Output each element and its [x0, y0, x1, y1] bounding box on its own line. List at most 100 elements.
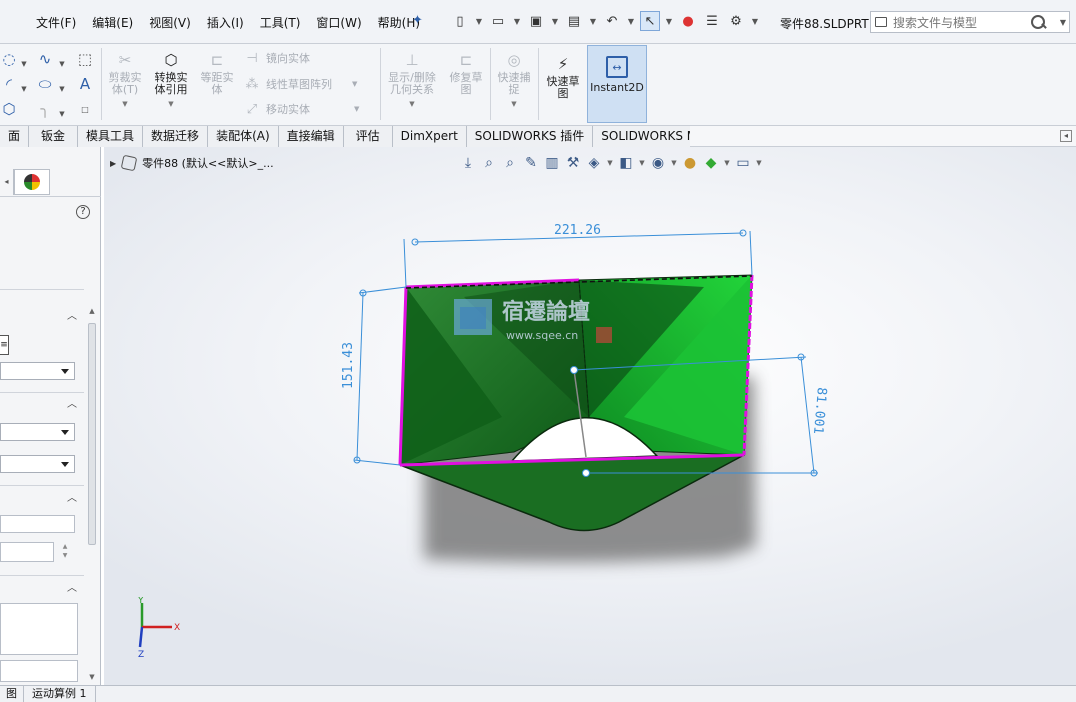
scrollbar-thumb[interactable] — [88, 323, 96, 545]
panel-tab-prev-icon[interactable]: ◂ — [0, 169, 14, 195]
select-pointer-icon[interactable]: ↖ — [640, 11, 660, 31]
search-icon[interactable] — [1030, 14, 1046, 30]
ellipse-tool-icon[interactable]: ⬭ — [36, 75, 54, 93]
list-button-icon[interactable]: ≡ — [0, 335, 9, 355]
new-dropdown-icon[interactable]: ▼ — [474, 11, 484, 31]
dimension-height[interactable] — [353, 286, 407, 466]
numeric-spinner-input[interactable] — [0, 542, 54, 562]
ellipse-dropdown-icon[interactable]: ▼ — [58, 80, 66, 98]
selection-field[interactable] — [0, 660, 78, 682]
graphics-viewport[interactable]: 221.26 151.43 81.001 宿遷論壇 www.sqee.cn ▶ … — [104, 147, 1076, 685]
view-orientation-icon[interactable]: ⤓ — [459, 154, 477, 172]
display-style-icon[interactable]: ◧ — [617, 154, 635, 172]
tab-evaluate[interactable]: 评估 — [343, 126, 393, 147]
panel-scrollbar[interactable]: ▲ ▼ — [86, 307, 98, 683]
move-dropdown-icon[interactable]: ▼ — [354, 105, 359, 113]
rapid-sketch-button[interactable]: ⚡ 快速草 图 — [542, 54, 584, 100]
previous-view-icon[interactable]: ✎ — [522, 154, 540, 172]
collapse-panel-icon[interactable]: ◂ — [1060, 130, 1072, 142]
save-icon[interactable]: ▣ — [526, 11, 546, 31]
text-field-1[interactable] — [0, 515, 75, 533]
print-icon[interactable]: ▤ — [564, 11, 584, 31]
menu-window[interactable]: 窗口(W) — [308, 14, 369, 31]
quick-snap-dropdown-icon[interactable]: ▼ — [511, 98, 516, 110]
edit-appearance-icon[interactable]: ● — [681, 154, 699, 172]
mirror-entities-button[interactable]: ⊣ 镜向实体 — [244, 50, 310, 66]
quick-snaps-button[interactable]: ◎ 快速捕 捉 ▼ — [494, 50, 534, 110]
open-folder-icon[interactable]: ▭ — [488, 11, 508, 31]
dimension-width-label[interactable]: 221.26 — [554, 223, 601, 238]
select-dropdown-icon[interactable]: ▼ — [664, 11, 674, 31]
undo-icon[interactable]: ↶ — [602, 11, 622, 31]
arc-tool-icon[interactable]: ◜ — [0, 75, 18, 93]
tab-dimxpert[interactable]: DimXpert — [392, 126, 467, 147]
section-collapse-icon[interactable]: ︿ — [66, 493, 78, 505]
new-document-icon[interactable]: ▯ — [450, 11, 470, 31]
feature-tree-flyout[interactable]: ▶ 零件88 (默认<<默认>_... — [110, 154, 274, 172]
section-collapse-icon[interactable]: ︿ — [66, 399, 78, 411]
spline-tool-icon[interactable]: ∿ — [36, 50, 54, 68]
tab-assembly[interactable]: 装配体(A) — [208, 126, 279, 147]
point-tool-icon[interactable]: □ — [76, 100, 94, 118]
view-settings-dropdown-icon[interactable]: ▼ — [606, 154, 614, 172]
tab-sheet-metal[interactable]: 钣金 — [29, 126, 79, 147]
section-collapse-icon[interactable]: ︿ — [66, 583, 78, 595]
arc-dropdown-icon[interactable]: ▼ — [20, 80, 28, 98]
tab-model[interactable]: 图 — [0, 686, 24, 702]
print-dropdown-icon[interactable]: ▼ — [588, 11, 598, 31]
tab-motion-study-1[interactable]: 运动算例 1 — [24, 686, 96, 702]
polygon-tool-icon[interactable]: ⬡ — [0, 100, 18, 118]
tab-data-migration[interactable]: 数据迁移 — [143, 126, 209, 147]
linear-pattern-dropdown-icon[interactable]: ▼ — [352, 80, 357, 88]
trim-entities-button[interactable]: ✂ 剪裁实 体(T) ▼ — [106, 50, 144, 110]
hide-show-dropdown-icon[interactable]: ▼ — [670, 154, 678, 172]
spline-dropdown-icon[interactable]: ▼ — [58, 55, 66, 73]
tab-face[interactable]: 面 — [0, 126, 30, 147]
circle-tool-icon[interactable]: ◌ — [0, 50, 18, 68]
options-dropdown-icon[interactable]: ▼ — [750, 11, 760, 31]
repair-sketch-button[interactable]: ⊏ 修复草 图 — [446, 50, 486, 96]
menu-file[interactable]: 文件(F) — [28, 14, 84, 31]
search-input[interactable]: 搜索文件与模型 — [893, 14, 1030, 31]
apply-scene-dropdown-icon[interactable]: ▼ — [723, 154, 731, 172]
options-gear-icon[interactable]: ⚙ — [726, 11, 746, 31]
rebuild-traffic-light-icon[interactable]: ● — [678, 11, 698, 31]
display-style-dropdown-icon[interactable]: ▼ — [638, 154, 646, 172]
pin-icon[interactable]: ✦ — [412, 14, 426, 28]
display-relations-button[interactable]: ⊥ 显示/删除 几何关系 ▼ — [384, 50, 440, 110]
combo-box-1[interactable] — [0, 362, 75, 380]
file-properties-icon[interactable]: ☰ — [702, 11, 722, 31]
scroll-up-icon[interactable]: ▲ — [86, 307, 98, 317]
scroll-down-icon[interactable]: ▼ — [86, 673, 98, 683]
fillet-tool-icon[interactable]: ╮ — [36, 100, 54, 118]
text-tool-icon[interactable]: A — [76, 75, 94, 93]
relations-dropdown-icon[interactable]: ▼ — [409, 98, 414, 110]
help-icon[interactable]: ? — [76, 205, 90, 219]
instant2d-button[interactable]: ↔ Instant2D — [587, 45, 647, 123]
combo-box-3[interactable] — [0, 455, 75, 473]
dimension-depth-label[interactable]: 81.001 — [810, 387, 829, 435]
tab-direct-editing[interactable]: 直接编辑 — [278, 126, 344, 147]
appearance-tab[interactable] — [14, 169, 50, 195]
move-entities-button[interactable]: ⤢ 移动实体 ▼ — [244, 101, 360, 117]
tab-mold-tools[interactable]: 模具工具 — [78, 126, 144, 147]
menu-edit[interactable]: 编辑(E) — [84, 14, 141, 31]
apply-scene-icon[interactable]: ◆ — [702, 154, 720, 172]
view-settings-icon[interactable]: ◈ — [585, 154, 603, 172]
menu-insert[interactable]: 插入(I) — [199, 14, 252, 31]
dynamic-annotation-icon[interactable]: ⚒ — [564, 154, 582, 172]
zoom-to-fit-icon[interactable]: ⌕ — [480, 154, 498, 172]
zoom-to-area-icon[interactable]: ⌕ — [501, 154, 519, 172]
section-collapse-icon[interactable]: ︿ — [66, 311, 78, 323]
model-graphics[interactable]: 221.26 151.43 81.001 宿遷論壇 www.sqee.cn — [104, 147, 1076, 685]
search-box[interactable]: 搜索文件与模型 ▼ — [870, 11, 1070, 33]
construction-geometry-icon[interactable]: ⬚ — [76, 50, 94, 68]
open-dropdown-icon[interactable]: ▼ — [512, 11, 522, 31]
undo-dropdown-icon[interactable]: ▼ — [626, 11, 636, 31]
search-dropdown-icon[interactable]: ▼ — [1060, 18, 1066, 27]
view-monitor-dropdown-icon[interactable]: ▼ — [755, 154, 763, 172]
menu-view[interactable]: 视图(V) — [141, 14, 199, 31]
circle-dropdown-icon[interactable]: ▼ — [20, 55, 28, 73]
fillet-dropdown-icon[interactable]: ▼ — [58, 105, 66, 123]
convert-entities-button[interactable]: ⬡ 转换实 体引用 ▼ — [150, 50, 192, 110]
